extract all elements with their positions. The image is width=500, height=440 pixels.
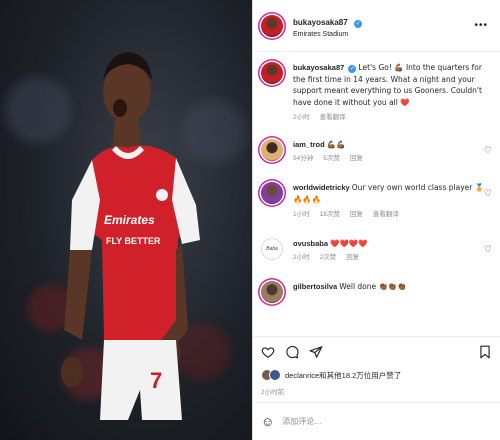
add-comment-bar: ☺ [253,402,500,440]
comment-icon[interactable] [285,345,299,359]
commenter-username[interactable]: worldwidetricky [293,183,350,192]
commenter-avatar[interactable] [261,281,283,304]
comment-reply-button[interactable]: 回复 [350,154,363,164]
verified-icon: ✓ [354,20,363,29]
comment-reply-button[interactable]: 回复 [350,210,363,220]
author-username[interactable]: bukayosaka87 [293,18,348,27]
comment-text: 💪🏾💪🏾 [326,139,346,149]
post-header: bukayosaka87 ✓ Emirates Stadium ••• [253,0,500,52]
add-comment-input[interactable] [282,417,492,426]
comment-item: Baba ovusbaba ❤️❤️❤️❤️ 2小时 2次赞 回复 ♡ [261,237,492,264]
post-photo[interactable]: 7 Emirates FLY BETTER [0,0,252,440]
svg-text:Emirates: Emirates [104,213,155,227]
likes-summary[interactable]: declanrice和其他18.2万位用户赞了 [253,366,500,384]
share-icon[interactable] [309,345,323,359]
commenter-avatar[interactable] [261,138,283,161]
comment-item: iam_trod 💪🏾💪🏾 54分钟 5次赞 回复 ♡ [261,138,492,165]
comment-text: ❤️❤️❤️❤️ [330,238,368,248]
comment-likes[interactable]: 18次赞 [320,210,340,220]
post-time-ago: 2小时前 [261,389,285,396]
post-details-panel: bukayosaka87 ✓ Emirates Stadium ••• buka… [252,0,500,440]
comment-likes[interactable]: 2次赞 [320,253,337,263]
verified-icon: ✓ [348,65,357,73]
comment-time: 54分钟 [293,155,314,163]
commenter-avatar[interactable] [261,182,283,205]
comment-like-heart-icon[interactable]: ♡ [484,145,492,156]
more-options-button[interactable]: ••• [470,16,492,35]
svg-text:7: 7 [150,368,162,393]
comment-item: gilbertosilva Well done 👏🏾👏🏾👏🏾 [261,281,492,304]
likes-text[interactable]: declanrice和其他18.2万位用户赞了 [285,370,401,381]
commenter-username[interactable]: iam_trod [293,140,325,149]
player-image: 7 Emirates FLY BETTER [61,52,200,420]
post-location[interactable]: Emirates Stadium [293,31,362,40]
comment-time: 2小时 [293,254,310,262]
like-heart-icon[interactable] [261,345,275,359]
commenter-username[interactable]: gilbertosilva [293,282,337,291]
bookmark-icon[interactable] [478,345,492,359]
comment-time: 1小时 [293,210,310,218]
comments-list[interactable]: bukayosaka87 ✓ Let's Go! 💪🏾 Into the qua… [253,52,500,336]
comment-like-heart-icon[interactable]: ♡ [484,188,492,199]
comment-text: Well done 👏🏾👏🏾👏🏾 [339,282,407,292]
comment-reply-button[interactable]: 回复 [346,253,359,263]
smile-icon[interactable]: ☺ [261,414,274,429]
caption-translate-link[interactable]: 查看翻译 [320,113,346,123]
comment-likes[interactable]: 5次赞 [323,154,340,164]
caption-time: 2小时 [293,113,310,121]
caption-username[interactable]: bukayosaka87 [293,63,344,72]
comment-item: worldwidetricky Our very own world class… [261,182,492,219]
caption-avatar[interactable] [261,62,283,84]
post-modal: 7 Emirates FLY BETTER bukayosaka87 ✓ Emi… [0,0,500,440]
comment-translate-link[interactable]: 查看翻译 [373,210,399,220]
commenter-avatar[interactable]: Baba [261,237,283,260]
author-avatar[interactable] [261,14,283,37]
post-caption: bukayosaka87 ✓ Let's Go! 💪🏾 Into the qua… [261,62,492,123]
comment-like-heart-icon[interactable]: ♡ [484,244,492,255]
svg-text:FLY BETTER: FLY BETTER [106,236,161,246]
liker-avatars [261,369,281,381]
post-actions-bar [253,336,500,366]
commenter-username[interactable]: ovusbaba [293,239,328,248]
